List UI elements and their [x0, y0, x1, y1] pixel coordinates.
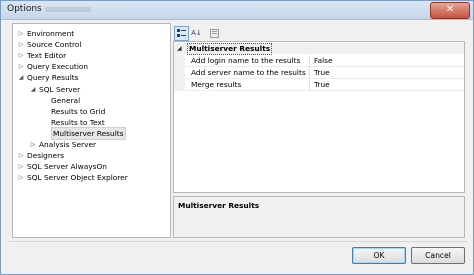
- column-divider: [309, 79, 310, 91]
- tree-item-label: Query Execution: [27, 62, 89, 72]
- tree-item-label: SQL Server AlwaysOn: [27, 162, 107, 172]
- row-margin: [174, 79, 185, 91]
- property-name: Add login name to the results: [191, 56, 301, 65]
- tree-item[interactable]: ◢ SQL Server: [13, 84, 168, 95]
- cancel-button[interactable]: Cancel: [411, 247, 465, 264]
- tree-item-label: Multiserver Results: [51, 126, 126, 140]
- options-dialog: Options ✕ ▷ Environment ▷ Source Control ▷ Te…: [0, 0, 474, 275]
- tree-item[interactable]: ▷ Environment: [13, 28, 168, 39]
- tree-item-label: SQL Server Object Explorer: [27, 173, 128, 183]
- row-margin: [174, 55, 185, 67]
- tree-item-label: Text Editor: [27, 51, 67, 61]
- collapsed-arrow-icon[interactable]: ▷: [17, 150, 25, 161]
- description-title: Multiserver Results: [178, 201, 260, 210]
- ok-button[interactable]: OK: [352, 247, 406, 264]
- tree-item-label: Source Control: [27, 40, 82, 50]
- title-bar: Options ✕: [1, 1, 473, 20]
- tree-item[interactable]: ▷ Analysis Server: [13, 139, 168, 150]
- property-row[interactable]: Merge results True: [174, 79, 464, 91]
- collapsed-arrow-icon[interactable]: ▷: [17, 161, 25, 172]
- collapse-arrow-icon[interactable]: ◢: [177, 43, 182, 54]
- property-value[interactable]: False: [314, 55, 333, 66]
- description-panel: Multiserver Results: [173, 196, 465, 238]
- expanded-arrow-icon[interactable]: ◢: [29, 84, 37, 95]
- column-divider: [309, 67, 310, 79]
- tree-item-label: Designers: [27, 151, 64, 161]
- blurred-title-detail: [45, 7, 91, 12]
- collapsed-arrow-icon[interactable]: ▷: [17, 61, 25, 72]
- tree-item-label: Query Results: [27, 73, 79, 83]
- tree-item[interactable]: Multiserver Results: [13, 126, 168, 140]
- property-pages-button[interactable]: [207, 26, 222, 41]
- tree-item[interactable]: General: [13, 95, 168, 106]
- expanded-arrow-icon[interactable]: ◢: [17, 72, 25, 83]
- tree-item-label: Environment: [27, 29, 75, 38]
- row-margin: [174, 67, 185, 79]
- categorized-button[interactable]: [174, 26, 189, 41]
- property-name: Add server name to the results: [191, 68, 306, 77]
- categorized-icon: [177, 29, 186, 37]
- collapsed-arrow-icon[interactable]: ▷: [17, 28, 25, 39]
- column-divider: [309, 55, 310, 67]
- close-icon: ✕: [445, 4, 455, 15]
- tree-item-label: Analysis Server: [39, 140, 97, 149]
- collapsed-arrow-icon[interactable]: ▷: [17, 50, 25, 61]
- window-title: Options: [7, 4, 42, 14]
- sort-alphabetical-icon: A↓: [191, 29, 202, 37]
- tree-item[interactable]: ▷ SQL Server Object Explorer: [13, 172, 168, 183]
- tree-item[interactable]: ▷ SQL Server AlwaysOn: [13, 161, 168, 172]
- collapsed-arrow-icon[interactable]: ▷: [17, 172, 25, 183]
- tree-item[interactable]: ◢ Query Results: [13, 72, 168, 83]
- tree-item[interactable]: Results to Grid: [13, 106, 168, 117]
- tree-item[interactable]: ▷ Query Execution: [13, 61, 168, 72]
- tree-item-label: General: [51, 95, 81, 105]
- property-row[interactable]: Add server name to the results True: [174, 67, 464, 79]
- tree-item[interactable]: ▷ Designers: [13, 150, 168, 161]
- tree-item-label: Results to Grid: [51, 106, 106, 116]
- property-value[interactable]: True: [314, 79, 330, 90]
- collapsed-arrow-icon[interactable]: ▷: [29, 139, 37, 150]
- property-name: Merge results: [191, 80, 242, 89]
- category-row[interactable]: ◢ Multiserver Results: [174, 43, 464, 55]
- close-button[interactable]: ✕: [430, 2, 470, 19]
- property-value[interactable]: True: [314, 67, 330, 78]
- property-toolbar: A↓: [174, 26, 228, 41]
- tree-item-label: SQL Server: [39, 84, 81, 94]
- property-pages-icon: [210, 29, 219, 38]
- tree-item[interactable]: ▷ Text Editor: [13, 50, 168, 61]
- tree-item[interactable]: ▷ Source Control: [13, 39, 168, 50]
- alphabetical-button[interactable]: A↓: [189, 26, 204, 41]
- property-row[interactable]: Add login name to the results False: [174, 55, 464, 67]
- collapsed-arrow-icon[interactable]: ▷: [17, 39, 25, 50]
- property-grid: ◢ Multiserver Results Add login name to …: [173, 41, 465, 193]
- footer-divider: [9, 241, 467, 242]
- category-label: Multiserver Results: [187, 43, 273, 55]
- options-tree[interactable]: ▷ Environment ▷ Source Control ▷ Text Editor ▷…: [12, 23, 171, 238]
